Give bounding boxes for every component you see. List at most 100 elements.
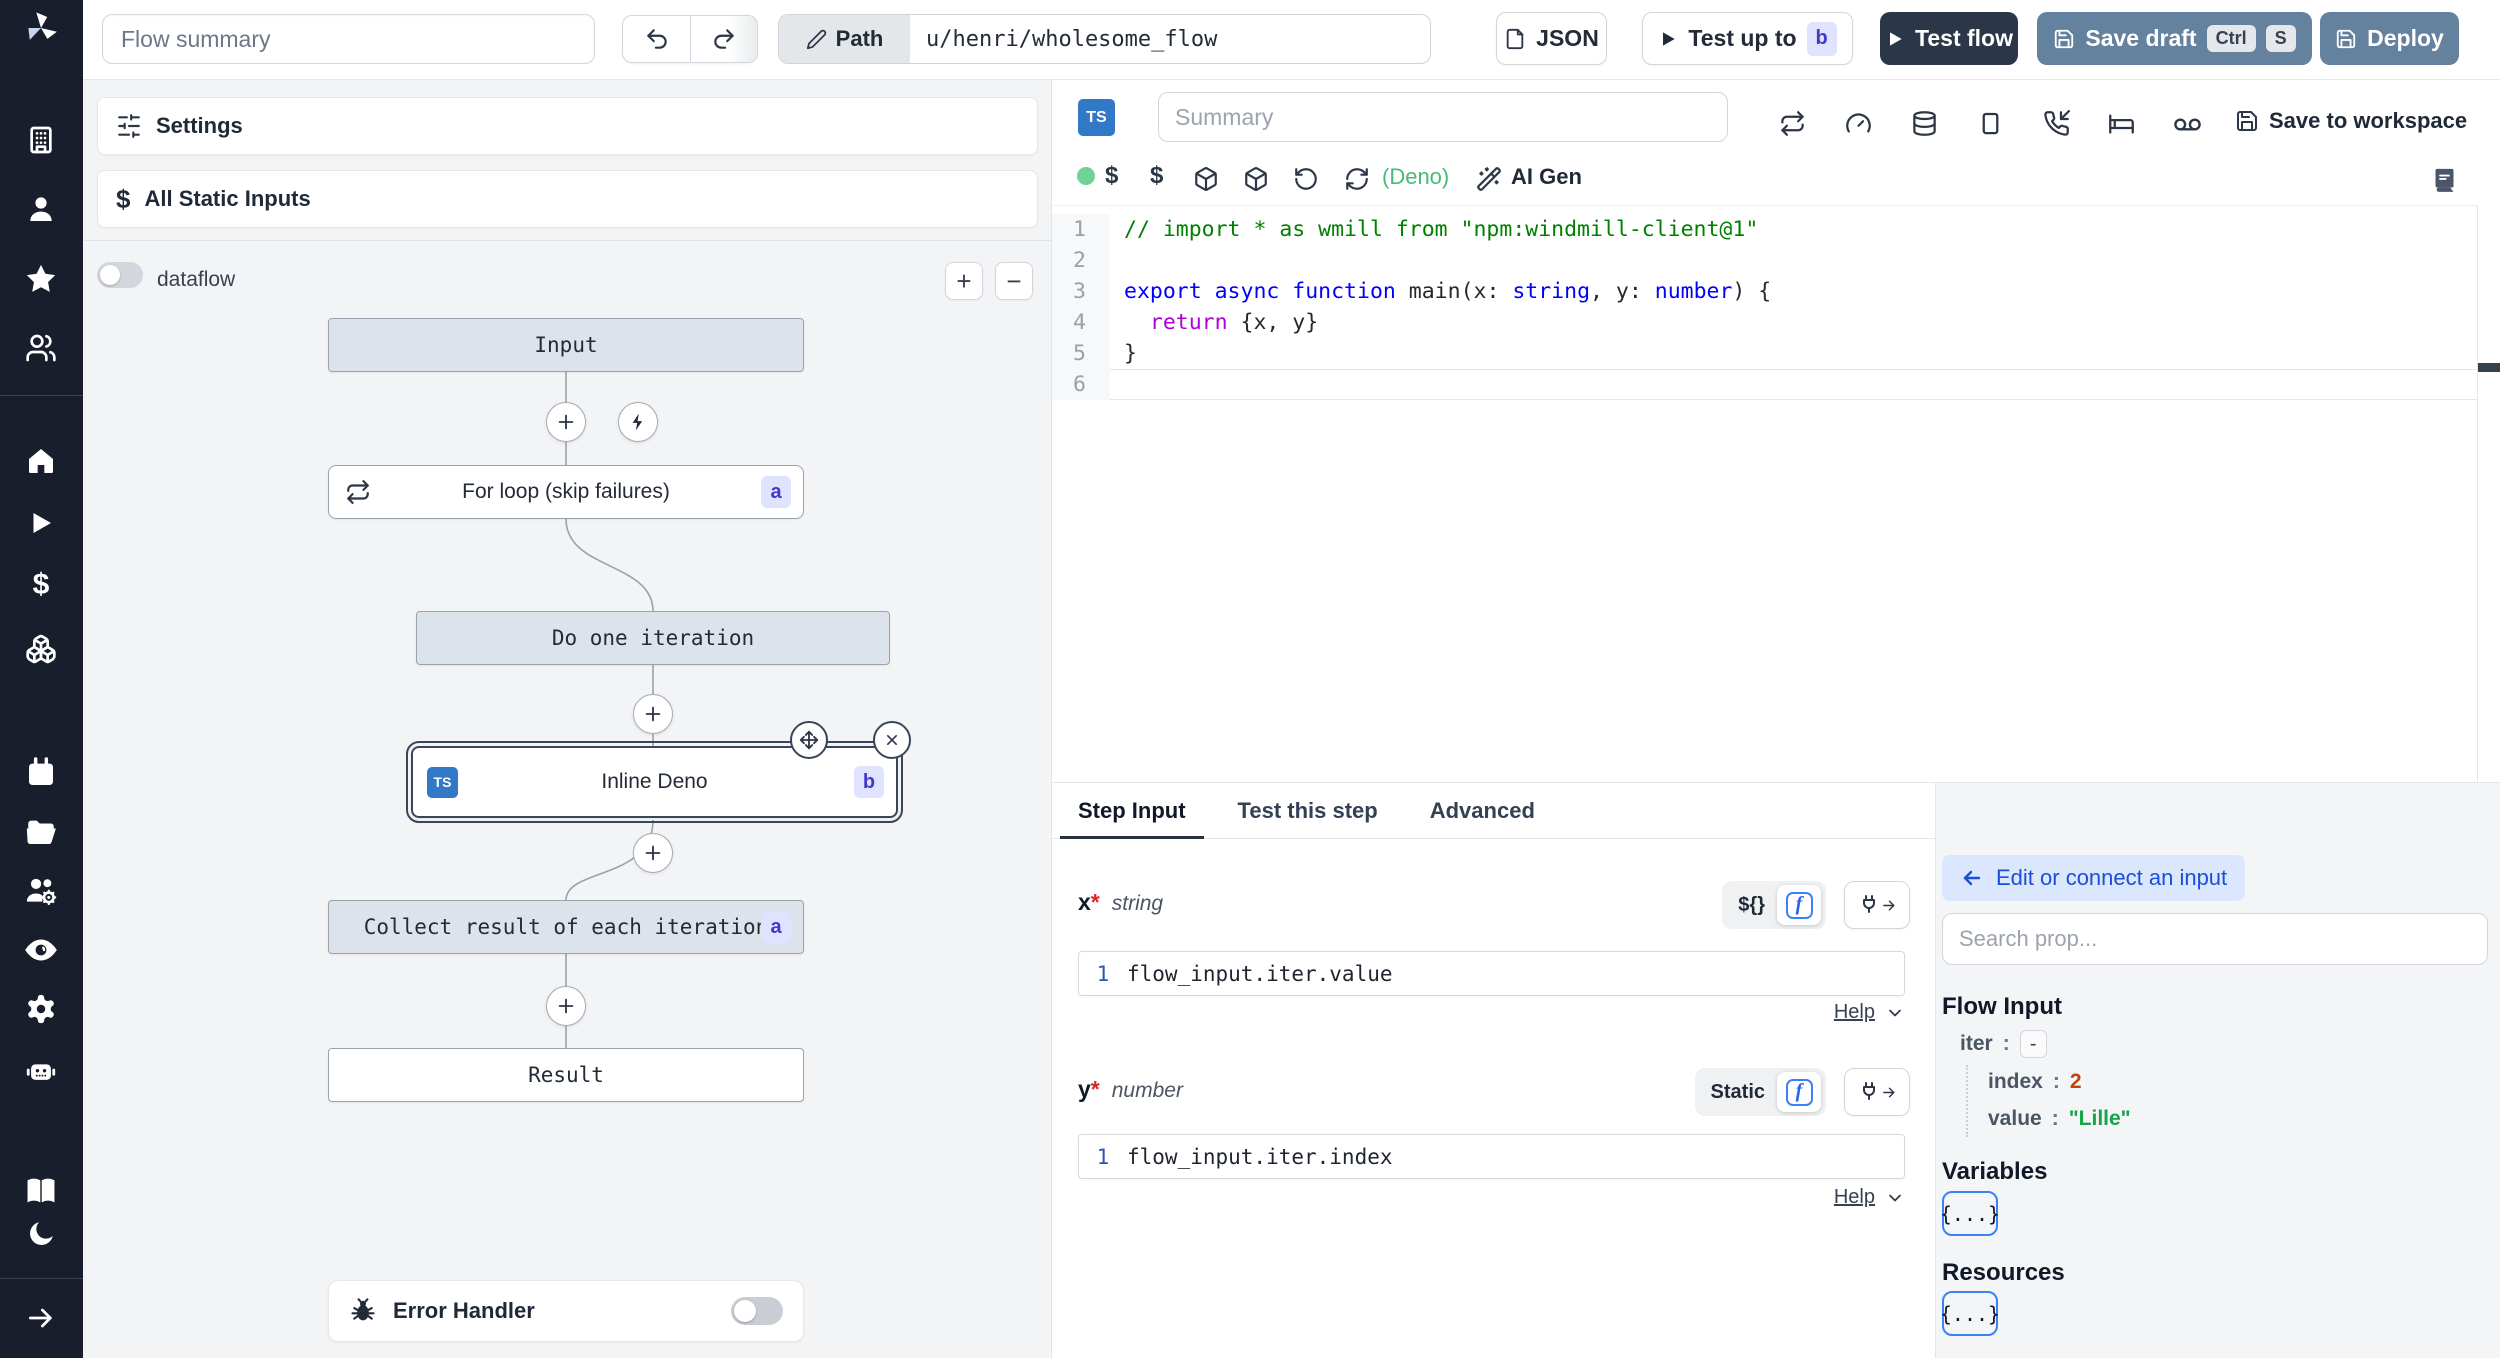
graph-node-result[interactable]: Result xyxy=(328,1048,804,1102)
graph-node-inline-deno[interactable]: TS Inline Deno b xyxy=(406,721,911,823)
tab-step-input[interactable]: Step Input xyxy=(1052,783,1212,839)
home-icon[interactable] xyxy=(23,443,59,479)
zoom-out-button[interactable]: − xyxy=(995,262,1033,300)
field-y-expression-editor[interactable]: 1 flow_input.iter.index xyxy=(1078,1134,1905,1179)
variables-object-chip[interactable]: {...} xyxy=(1940,1191,2000,1236)
move-node-handle[interactable] xyxy=(790,721,828,759)
edit-or-connect-button[interactable]: Edit or connect an input xyxy=(1942,855,2246,901)
user-icon[interactable] xyxy=(23,191,59,227)
error-handler-row[interactable]: Error Handler xyxy=(328,1280,804,1342)
save-to-workspace-button[interactable]: Save to workspace xyxy=(2235,108,2467,134)
zoom-in-button[interactable]: + xyxy=(945,262,983,300)
field-y-mode-toggle[interactable]: Static f xyxy=(1694,1068,1826,1116)
json-label: JSON xyxy=(1536,25,1599,51)
tree-guide-line xyxy=(1966,1065,1968,1137)
add-step-button[interactable] xyxy=(633,833,673,873)
code-line: 4 return {x, y} xyxy=(1052,307,2477,338)
schedules-calendar-icon[interactable] xyxy=(23,755,59,791)
add-step-button[interactable] xyxy=(546,402,586,442)
javascript-mode-button[interactable]: f xyxy=(1777,1072,1821,1112)
dataflow-toggle[interactable] xyxy=(97,262,143,288)
edit-path-button[interactable]: Path xyxy=(779,15,910,63)
add-step-button[interactable] xyxy=(633,694,673,734)
reset-rotate-ccw-icon[interactable] xyxy=(1293,166,1319,192)
code-editor[interactable]: 1// import * as wmill from "npm:windmill… xyxy=(1052,205,2477,782)
save-to-workspace-label: Save to workspace xyxy=(2269,108,2468,133)
test-up-to-step-badge: b xyxy=(1806,21,1837,56)
folders-icon[interactable] xyxy=(23,814,59,850)
error-handler-toggle[interactable] xyxy=(731,1297,783,1325)
groups-users-icon[interactable] xyxy=(23,330,59,366)
delete-node-button[interactable] xyxy=(873,721,911,759)
field-x-connect-button[interactable] xyxy=(1844,881,1910,929)
ai-gen-wand-icon[interactable] xyxy=(1476,166,1502,192)
suspend-phone-icon[interactable] xyxy=(2043,110,2070,137)
cache-database-icon[interactable] xyxy=(1911,110,1938,137)
step-summary-input[interactable] xyxy=(1158,92,1728,142)
kbd-s: S xyxy=(2265,25,2296,52)
graph-node-input[interactable]: Input xyxy=(328,318,804,372)
tab-test-this-step[interactable]: Test this step xyxy=(1212,783,1404,838)
resources-object-chip[interactable]: {...} xyxy=(1940,1291,2000,1336)
resources-title: Resources xyxy=(1942,1259,2065,1286)
collapse-iter-button[interactable]: - xyxy=(2019,1030,2047,1058)
ai-gen-label[interactable]: AI Gen xyxy=(1511,164,1582,190)
sleep-bed-icon[interactable] xyxy=(2108,110,2135,137)
topbar: Path u/henri/wholesome_flow JSON Test up… xyxy=(83,0,2500,80)
graph-node-do-one-iteration[interactable]: Do one iteration xyxy=(416,611,890,665)
search-prop-input[interactable] xyxy=(1942,913,2488,965)
field-x-help-link[interactable]: Help xyxy=(1834,1001,1905,1024)
favorites-star-icon[interactable] xyxy=(23,261,59,297)
early-stop-gauge-icon[interactable] xyxy=(1845,110,1872,137)
iteration-node-label: Do one iteration xyxy=(551,626,755,650)
dark-mode-moon-icon[interactable] xyxy=(23,1216,59,1252)
flow-input-index-row[interactable]: index : 2 xyxy=(1988,1070,2082,1094)
test-flow-button[interactable]: Test flow xyxy=(1880,12,2018,65)
reload-refresh-icon[interactable] xyxy=(1344,166,1370,192)
mock-voicemail-icon[interactable] xyxy=(2173,110,2202,139)
expand-sidebar-arrow-icon[interactable] xyxy=(23,1300,59,1336)
docs-book-icon[interactable] xyxy=(23,1173,59,1209)
resources-boxes-icon[interactable] xyxy=(23,631,59,667)
runs-play-icon[interactable] xyxy=(23,505,59,541)
edit-or-connect-label: Edit or connect an input xyxy=(1996,865,2228,890)
retries-repeat-icon[interactable] xyxy=(1779,110,1806,137)
javascript-mode-button[interactable]: f xyxy=(1777,885,1821,925)
field-y-help-link[interactable]: Help xyxy=(1834,1186,1905,1209)
field-x-mode-toggle[interactable]: ${} f xyxy=(1722,881,1826,929)
audit-eye-icon[interactable] xyxy=(23,932,59,968)
add-step-button[interactable] xyxy=(546,986,586,1026)
field-x-expression-editor[interactable]: 1 flow_input.iter.value xyxy=(1078,951,1905,996)
settings-gear-icon[interactable] xyxy=(23,991,59,1027)
deploy-button[interactable]: Deploy xyxy=(2320,12,2459,65)
flow-summary-input[interactable] xyxy=(102,14,595,64)
field-y-connect-button[interactable] xyxy=(1844,1068,1910,1116)
field-y-label: y* number xyxy=(1078,1076,1183,1102)
package-icon[interactable] xyxy=(1193,166,1219,192)
variables-dollar-icon[interactable]: $ xyxy=(23,567,59,603)
ai-bot-icon[interactable] xyxy=(23,1052,59,1088)
workspace-building-icon[interactable] xyxy=(23,122,59,158)
arrow-left-icon xyxy=(1963,870,1981,886)
graph-node-for-loop[interactable]: For loop (skip failures) a xyxy=(328,465,804,519)
flow-input-iter-row[interactable]: iter : - xyxy=(1960,1030,2047,1058)
save-draft-button[interactable]: Save draft Ctrl S xyxy=(2037,12,2312,65)
concurrency-square-icon[interactable] xyxy=(1977,110,2004,137)
redo-button[interactable] xyxy=(690,16,757,62)
json-button[interactable]: JSON xyxy=(1496,12,1607,65)
script-library-book-icon[interactable] xyxy=(2431,166,2458,193)
windmill-logo-icon[interactable] xyxy=(23,10,59,46)
variable-picker-icon[interactable]: $ xyxy=(1105,162,1118,190)
undo-button[interactable] xyxy=(623,16,690,62)
path-value[interactable]: u/henri/wholesome_flow xyxy=(910,15,1430,63)
workers-users-gear-icon[interactable] xyxy=(23,873,59,909)
flow-input-value-row[interactable]: value : "Lille" xyxy=(1988,1107,2131,1131)
package-icon[interactable] xyxy=(1243,166,1269,192)
graph-node-collect-result[interactable]: Collect result of each iteration a xyxy=(328,900,804,954)
resource-picker-icon[interactable]: $ xyxy=(1150,162,1163,190)
all-static-inputs-button[interactable]: $ All Static Inputs xyxy=(97,170,1038,228)
flow-settings-button[interactable]: Settings xyxy=(97,97,1038,155)
test-up-to-button[interactable]: Test up to b xyxy=(1642,12,1853,65)
tab-advanced[interactable]: Advanced xyxy=(1404,783,1561,838)
add-trigger-bolt-button[interactable] xyxy=(618,402,658,442)
